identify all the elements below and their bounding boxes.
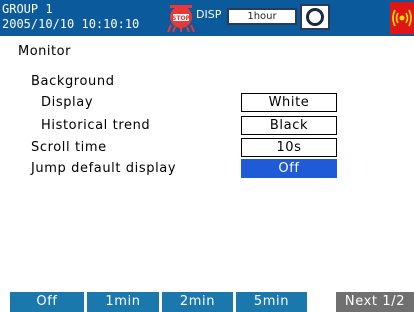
settings-content: Monitor Background Display White Histori… xyxy=(0,36,414,286)
historical-trend-label: Historical trend xyxy=(41,118,151,133)
softkey-bar: Off 1min 2min 5min Next 1/2 xyxy=(0,292,414,312)
alarm-indicator-icon xyxy=(390,2,414,34)
snapshot-icon[interactable] xyxy=(300,4,330,30)
softkey-1min[interactable]: 1min xyxy=(87,292,159,312)
historical-trend-value-field[interactable]: Black xyxy=(241,116,337,135)
status-bar: GROUP 1 2005/10/10 10:10:10 STOP DISP 1h… xyxy=(0,0,414,36)
softkey-2min[interactable]: 2min xyxy=(162,292,233,312)
stop-status-icon: STOP xyxy=(167,5,195,33)
softkey-next-page[interactable]: Next 1/2 xyxy=(336,292,414,312)
scroll-time-label: Scroll time xyxy=(31,140,107,155)
scroll-time-value-field[interactable]: 10s xyxy=(241,138,337,157)
softkey-off[interactable]: Off xyxy=(10,292,84,312)
svg-text:STOP: STOP xyxy=(172,15,191,22)
datetime-display: 2005/10/10 10:10:10 xyxy=(2,17,140,31)
group-name: GROUP 1 xyxy=(2,2,53,16)
page-title: Monitor xyxy=(18,44,71,59)
display-label: Display xyxy=(41,95,94,110)
jump-default-display-label: Jump default display xyxy=(31,161,177,176)
disp-label: DISP xyxy=(196,8,222,21)
background-heading: Background xyxy=(31,74,115,89)
display-value-field[interactable]: White xyxy=(241,93,337,112)
jump-default-display-value-field[interactable]: Off xyxy=(241,159,337,178)
time-div-display: 1hour xyxy=(227,8,297,25)
softkey-5min[interactable]: 5min xyxy=(236,292,307,312)
